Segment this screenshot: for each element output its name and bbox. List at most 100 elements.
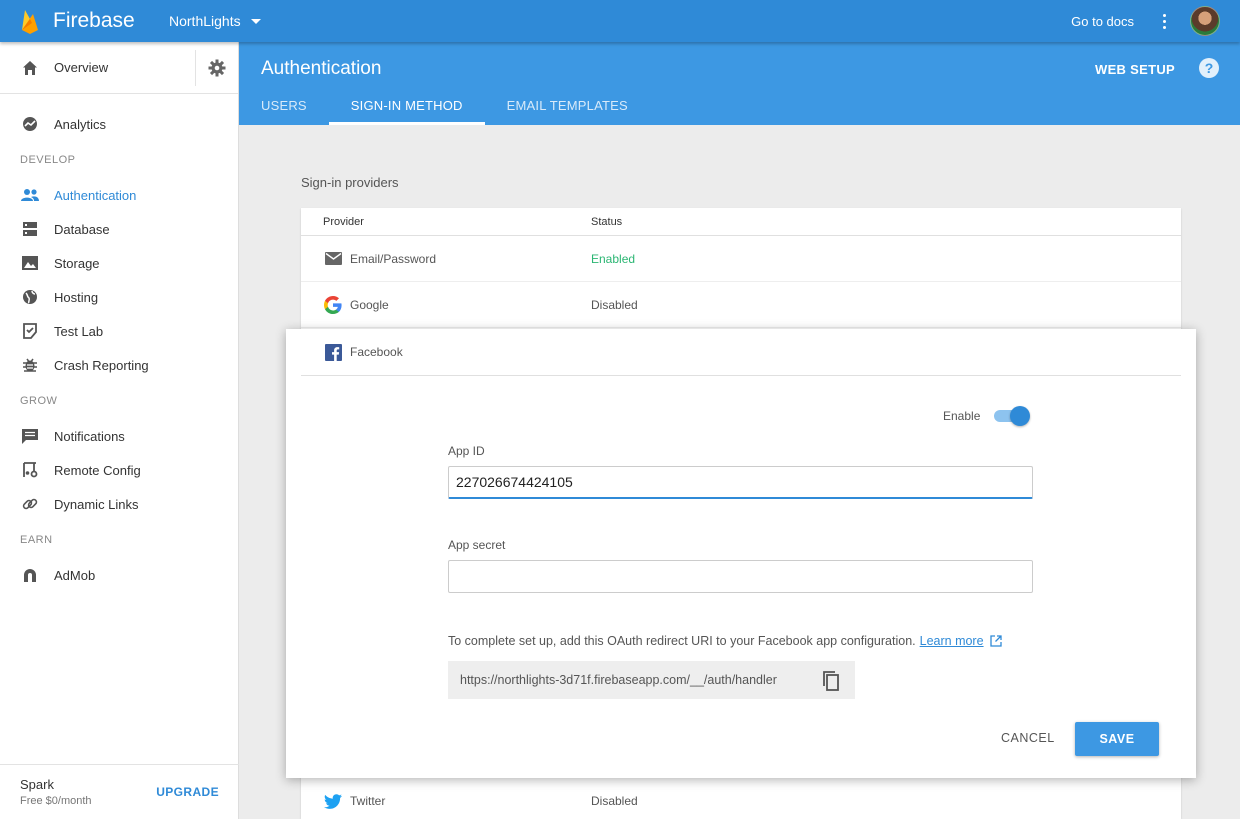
firebase-logo-icon (22, 10, 38, 34)
project-name: NorthLights (169, 13, 241, 29)
enable-label: Enable (943, 409, 981, 423)
sidebar-item-admob[interactable]: AdMob (0, 558, 238, 592)
people-icon (20, 185, 40, 205)
plan-price: Free $0/month (20, 795, 92, 807)
more-vert-icon[interactable] (1154, 10, 1174, 32)
sidebar-item-label: Overview (54, 60, 109, 75)
column-status: Status (591, 215, 623, 228)
redirect-uri: https://northlights-3d71f.firebaseapp.co… (460, 673, 777, 687)
status-badge: Disabled (591, 794, 638, 808)
section-grow: GROW (20, 394, 58, 407)
panel-header[interactable]: Facebook (301, 329, 1181, 376)
provider-name: Google (350, 297, 389, 312)
sidebar-item-dynamic-links[interactable]: Dynamic Links (0, 487, 238, 521)
sidebar-item-label: Dynamic Links (54, 496, 139, 512)
sidebar-item-analytics[interactable]: Analytics (0, 107, 238, 141)
open-in-new-icon[interactable] (989, 635, 1002, 647)
copy-icon[interactable] (821, 670, 841, 692)
remote-config-icon (20, 460, 40, 480)
cancel-button[interactable]: CANCEL (1001, 731, 1055, 745)
app-secret-label: App secret (448, 538, 506, 552)
sidebar-item-storage[interactable]: Storage (0, 246, 238, 280)
learn-more-link[interactable]: Learn more (920, 634, 984, 648)
overview-row: Overview (0, 42, 238, 94)
google-icon (323, 295, 343, 315)
plan-name: Spark (20, 777, 54, 792)
provider-name: Email/Password (350, 251, 437, 266)
avatar[interactable] (1190, 6, 1220, 36)
section-title: Sign-in providers (301, 175, 399, 190)
sidebar-item-test-lab[interactable]: Test Lab (0, 314, 238, 348)
analytics-icon (20, 114, 40, 134)
home-icon (20, 58, 40, 78)
app-secret-field[interactable] (448, 560, 1033, 593)
sidebar-item-label: Authentication (54, 187, 137, 203)
sidebar-item-label: Crash Reporting (54, 357, 149, 373)
sidebar: Overview Analytics DEVELOP Authenticatio… (0, 42, 239, 819)
sidebar-item-authentication[interactable]: Authentication (0, 178, 238, 212)
tab-email-templates[interactable]: EMAIL TEMPLATES (485, 85, 650, 125)
provider-row-google[interactable]: Google Disabled (301, 282, 1181, 328)
admob-icon (20, 565, 40, 585)
twitter-icon (323, 791, 343, 811)
sidebar-item-overview[interactable]: Overview (0, 42, 195, 93)
provider-row-twitter[interactable]: Twitter Disabled (301, 778, 1181, 819)
sidebar-item-label: Hosting (54, 289, 99, 305)
chevron-down-icon (250, 18, 261, 24)
image-icon (20, 253, 40, 273)
tab-users[interactable]: USERS (239, 85, 329, 125)
sidebar-item-label: Test Lab (54, 323, 104, 339)
note-text: To complete set up, add this OAuth redir… (448, 634, 916, 648)
enable-toggle[interactable] (994, 406, 1031, 426)
sidebar-item-database[interactable]: Database (0, 212, 238, 246)
section-earn: EARN (20, 533, 53, 546)
link-icon (20, 494, 40, 514)
toggle-knob (1010, 406, 1031, 426)
sidebar-item-hosting[interactable]: Hosting (0, 280, 238, 314)
settings-gear-icon[interactable] (196, 59, 238, 77)
sidebar-item-label: Storage (54, 255, 100, 271)
sidebar-item-notifications[interactable]: Notifications (0, 419, 238, 453)
sidebar-item-label: Remote Config (54, 462, 141, 478)
help-icon[interactable]: ? (1199, 58, 1219, 78)
project-selector[interactable]: NorthLights (169, 13, 261, 29)
app-id-label: App ID (448, 444, 485, 458)
provider-name: Facebook (350, 345, 403, 359)
column-provider: Provider (323, 215, 364, 228)
status-badge: Enabled (591, 251, 636, 266)
section-develop: DEVELOP (20, 153, 76, 166)
provider-name: Twitter (350, 794, 386, 808)
facebook-icon (323, 342, 343, 362)
table-header: Provider Status (301, 208, 1181, 236)
sidebar-item-crash-reporting[interactable]: Crash Reporting (0, 348, 238, 382)
page-title: Authentication (261, 58, 382, 79)
app-id-field[interactable] (448, 466, 1033, 499)
web-setup-button[interactable]: WEB SETUP (1095, 62, 1175, 77)
sidebar-item-label: Database (54, 221, 110, 237)
page-header: Authentication WEB SETUP ? USERS SIGN-IN… (239, 42, 1240, 125)
oauth-note: To complete set up, add this OAuth redir… (448, 634, 1002, 648)
chat-icon (20, 426, 40, 446)
status-badge: Disabled (591, 297, 638, 312)
top-bar: Firebase NorthLights Go to docs (0, 0, 1240, 42)
provider-row-email[interactable]: Email/Password Enabled (301, 236, 1181, 282)
save-button[interactable]: SAVE (1075, 722, 1159, 756)
upgrade-button[interactable]: UPGRADE (156, 785, 219, 799)
globe-icon (20, 287, 40, 307)
redirect-uri-box: https://northlights-3d71f.firebaseapp.co… (448, 661, 855, 699)
email-icon (323, 249, 343, 269)
tab-bar: USERS SIGN-IN METHOD EMAIL TEMPLATES (239, 85, 650, 125)
tab-sign-in-method[interactable]: SIGN-IN METHOD (328, 85, 485, 125)
enable-row: Enable (943, 406, 1031, 426)
facebook-provider-panel: Facebook Enable App ID App secret To com… (286, 329, 1196, 778)
brand[interactable]: Firebase (0, 8, 160, 34)
sidebar-item-remote-config[interactable]: Remote Config (0, 453, 238, 487)
sidebar-item-label: AdMob (54, 567, 96, 583)
sidebar-footer: Spark Free $0/month UPGRADE (0, 764, 239, 819)
bug-icon (20, 355, 40, 375)
go-to-docs-link[interactable]: Go to docs (1071, 14, 1134, 29)
brand-name: Firebase (53, 9, 135, 32)
database-icon (20, 219, 40, 239)
sidebar-item-label: Notifications (54, 428, 125, 444)
sidebar-item-label: Analytics (54, 116, 107, 132)
